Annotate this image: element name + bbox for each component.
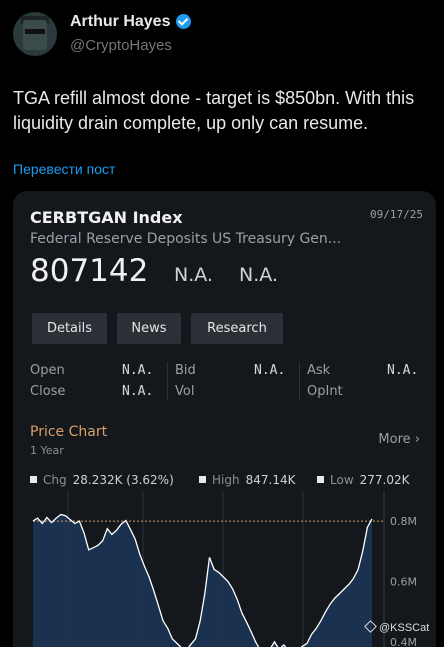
low-label: Low: [330, 473, 354, 487]
avatar[interactable]: [13, 12, 57, 56]
verified-badge-icon: [176, 14, 191, 29]
author-name[interactable]: Arthur Hayes: [70, 13, 170, 31]
low-value: 277.02K: [359, 473, 410, 487]
stats-divider: [299, 362, 300, 400]
open-label: Open: [30, 363, 65, 378]
quote-date: 09/17/25: [370, 208, 423, 221]
bid-value: N.A.: [254, 363, 286, 378]
research-button[interactable]: Research: [191, 313, 283, 344]
last-price: 807142: [30, 253, 149, 289]
author-handle[interactable]: @CryptoHayes: [70, 37, 172, 54]
watermark-text: @KSSCat: [379, 622, 430, 634]
translate-post-link[interactable]: Перевести пост: [13, 161, 115, 177]
close-value: N.A.: [122, 384, 154, 399]
more-label: More: [378, 432, 411, 447]
net-change: N.A.: [174, 264, 213, 286]
price-chart-title: Price Chart: [30, 424, 108, 440]
more-button[interactable]: More ›: [378, 432, 420, 447]
ask-label: Ask: [307, 363, 331, 378]
watermark: @KSSCat: [364, 620, 430, 634]
open-value: N.A.: [122, 363, 154, 378]
details-button[interactable]: Details: [32, 313, 107, 344]
stats-divider: [167, 362, 168, 400]
bloomberg-card: CERBTGAN Index 09/17/25 Federal Reserve …: [13, 191, 436, 647]
vol-label: Vol: [175, 384, 195, 399]
news-button[interactable]: News: [117, 313, 181, 344]
legend-chg: Chg 28.232K (3.62%): [30, 473, 174, 487]
legend-high: High 847.14K: [199, 473, 295, 487]
avatar-face: [23, 20, 47, 50]
y-tick-label: 0.4M: [390, 636, 417, 647]
y-tick-label: 0.8M: [390, 515, 417, 528]
high-label: High: [212, 473, 240, 487]
legend-square-icon: [30, 476, 37, 483]
avatar-glasses: [25, 29, 45, 34]
legend-square-icon: [317, 476, 324, 483]
ask-value: N.A.: [387, 363, 419, 378]
watermark-icon: [364, 620, 377, 633]
close-label: Close: [30, 384, 66, 399]
opint-label: OpInt: [307, 384, 343, 399]
y-tick-label: 0.6M: [390, 575, 417, 588]
security-description: Federal Reserve Deposits US Treasury Gen…: [30, 231, 342, 247]
bid-label: Bid: [175, 363, 196, 378]
price-chart-period: 1 Year: [30, 444, 64, 457]
chevron-right-icon: ›: [414, 432, 420, 447]
legend-square-icon: [199, 476, 206, 483]
percent-change: N.A.: [239, 264, 278, 286]
chg-value: 28.232K (3.62%): [72, 473, 174, 487]
ticker-title: CERBTGAN Index: [30, 208, 183, 227]
chg-label: Chg: [43, 473, 67, 487]
legend-low: Low 277.02K: [317, 473, 410, 487]
tweet-text: TGA refill almost done - target is $850b…: [13, 88, 415, 133]
high-value: 847.14K: [245, 473, 296, 487]
